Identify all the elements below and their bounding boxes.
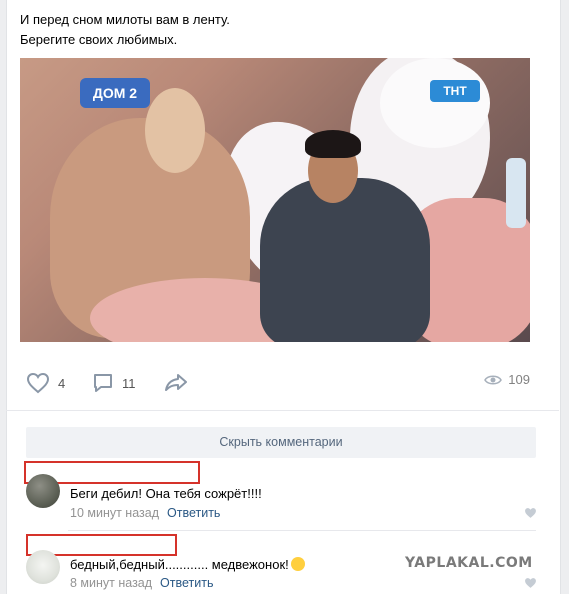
- tnt-logo: ТНТ: [430, 80, 480, 102]
- comment-text-content: бедный,бедный............ медвежонок!: [70, 557, 289, 572]
- comment-button[interactable]: 11: [92, 372, 136, 394]
- comment-text: бедный,бедный............ медвежонок!: [70, 557, 305, 572]
- comment-text: Беги дебил! Она тебя сожрёт!!!!: [70, 486, 262, 501]
- post-actions: 4 11 109: [20, 372, 530, 400]
- comment-divider: [68, 530, 536, 531]
- eye-icon: [484, 375, 503, 384]
- comment-count: 11: [122, 375, 136, 391]
- post-text: И перед сном милоты вам в ленту. Берегит…: [20, 10, 230, 50]
- post-text-line-2: Берегите своих любимых.: [20, 32, 178, 47]
- post-text-line-1: И перед сном милоты вам в ленту.: [20, 12, 230, 27]
- surprised-emoji-icon: [290, 557, 305, 571]
- divider: [6, 410, 559, 411]
- avatar[interactable]: [26, 474, 60, 508]
- reply-link[interactable]: Ответить: [167, 506, 220, 520]
- hide-comments-button[interactable]: Скрыть комментарии: [26, 427, 536, 458]
- views-count: 109: [508, 372, 530, 387]
- watermark: YAPLAKAL.COM: [405, 555, 533, 571]
- comment-time[interactable]: 8 минут назад: [70, 576, 152, 590]
- teddy-bear-head: [380, 58, 490, 148]
- comment-icon: [94, 374, 112, 392]
- woman-head: [145, 88, 205, 173]
- man-figure: [260, 178, 430, 342]
- comment-like-heart-icon[interactable]: [524, 507, 537, 519]
- comment-meta: 10 минут назад Ответить: [70, 506, 220, 520]
- share-icon: [165, 374, 187, 391]
- avatar[interactable]: [26, 550, 60, 584]
- comment-meta: 8 минут назад Ответить: [70, 576, 213, 590]
- share-button[interactable]: [164, 372, 188, 392]
- water-bottle: [506, 158, 526, 228]
- like-button[interactable]: 4: [26, 372, 65, 394]
- views-counter: 109: [484, 372, 530, 387]
- dom2-logo: ДОМ 2: [80, 78, 150, 108]
- comment-like-heart-icon[interactable]: [524, 577, 537, 589]
- man-hair: [305, 130, 361, 158]
- reply-link[interactable]: Ответить: [160, 576, 213, 590]
- comment-time[interactable]: 10 минут назад: [70, 506, 159, 520]
- heart-icon: [26, 372, 50, 394]
- post-photo[interactable]: ДОМ 2 ТНТ: [20, 58, 530, 342]
- like-count: 4: [58, 375, 66, 391]
